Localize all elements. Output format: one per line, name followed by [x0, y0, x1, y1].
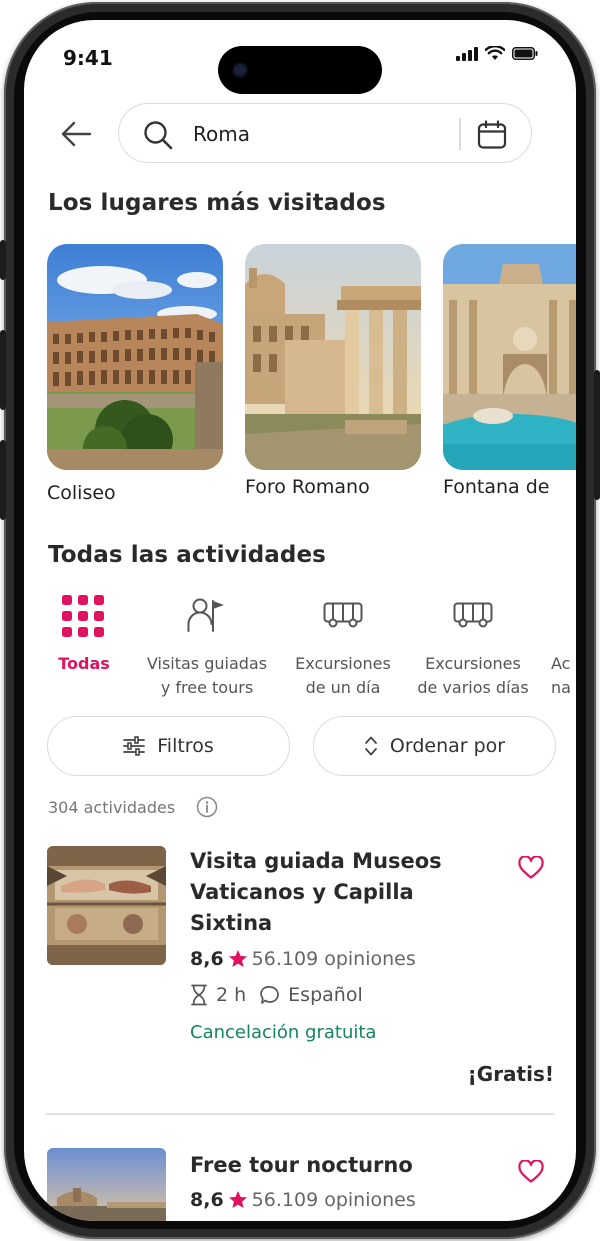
duration-text: 2 h	[216, 984, 247, 1006]
rating-row: 8,6 56.109 opiniones	[190, 1189, 416, 1211]
rating-row: 8,6 56.109 opiniones	[190, 948, 416, 970]
info-icon[interactable]	[196, 796, 218, 818]
place-name-foro-romano: Foro Romano	[245, 476, 370, 498]
side-button	[594, 370, 600, 500]
activities-section-title: Todas las actividades	[48, 542, 326, 568]
place-name-fontana: Fontana de	[443, 476, 550, 498]
status-time: 9:41	[63, 46, 113, 70]
bus-icon	[323, 602, 363, 628]
side-button	[0, 330, 6, 410]
activity-thumbnail	[47, 846, 166, 965]
bus-icon	[453, 602, 493, 628]
category-label-excursiones-un-dia: Excursiones de un día	[295, 654, 391, 697]
camera-icon	[232, 62, 248, 78]
status-icons	[456, 46, 538, 61]
filters-button[interactable]: Filtros	[47, 716, 290, 776]
review-count: 56.109 opiniones	[251, 948, 416, 970]
search-bar[interactable]: Roma	[118, 103, 532, 163]
speech-bubble-icon	[260, 986, 279, 1004]
activity-thumbnail	[47, 1148, 166, 1221]
side-button	[0, 440, 6, 520]
filters-label: Filtros	[157, 735, 214, 757]
sort-label: Ordenar por	[389, 735, 506, 757]
sort-chevrons-icon	[364, 736, 377, 756]
review-count: 56.109 opiniones	[251, 1189, 416, 1211]
popular-section-title: Los lugares más visitados	[48, 190, 386, 216]
category-label-todas: Todas	[58, 654, 110, 673]
sliders-icon	[123, 736, 146, 756]
star-icon	[228, 950, 247, 967]
category-label-visitas-guiadas: Visitas guiadas y free tours	[146, 654, 268, 697]
category-label-cut-off: Ac na	[551, 654, 571, 697]
card-separator	[46, 1113, 554, 1115]
battery-icon	[512, 47, 538, 60]
dynamic-island	[218, 46, 382, 94]
results-count: 304 actividades	[48, 798, 176, 817]
heart-icon[interactable]	[518, 856, 544, 880]
category-label-excursiones-varios-dias: Excursiones de varios días	[417, 654, 529, 697]
grid-icon	[62, 595, 104, 637]
coliseo-image	[47, 244, 223, 470]
side-button	[0, 240, 6, 280]
signal-icon	[456, 46, 478, 61]
fontana-image	[443, 244, 576, 470]
activity-title[interactable]: Free tour nocturno	[190, 1150, 480, 1181]
calendar-icon[interactable]	[477, 120, 507, 150]
foro-romano-image	[245, 244, 421, 470]
rating-value: 8,6	[190, 948, 224, 970]
price-text: ¡Gratis!	[467, 1062, 554, 1086]
search-divider	[459, 118, 461, 150]
place-name-coliseo: Coliseo	[47, 482, 116, 504]
star-icon	[228, 1191, 247, 1208]
wifi-icon	[485, 46, 505, 60]
back-arrow-icon[interactable]	[60, 120, 92, 148]
sistine-chapel-image	[47, 846, 166, 965]
activity-title[interactable]: Visita guiada Museos Vaticanos y Capilla…	[190, 846, 480, 939]
hourglass-icon	[191, 984, 207, 1006]
place-card-coliseo[interactable]	[47, 244, 223, 470]
search-input[interactable]: Roma	[193, 122, 250, 146]
meta-row: 2 h Español	[190, 984, 363, 1006]
app-screen: 9:41 Roma Los lugares más visitados Coli…	[24, 20, 576, 1221]
search-icon	[144, 121, 173, 150]
sort-button[interactable]: Ordenar por	[313, 716, 556, 776]
guide-flag-icon	[187, 598, 224, 632]
heart-icon[interactable]	[518, 1160, 544, 1184]
place-card-fontana[interactable]	[443, 244, 576, 470]
night-tour-image	[47, 1148, 166, 1221]
rating-value: 8,6	[190, 1189, 224, 1211]
place-card-foro-romano[interactable]	[245, 244, 421, 470]
language-text: Español	[288, 984, 363, 1006]
free-cancellation-text: Cancelación gratuita	[190, 1022, 377, 1043]
